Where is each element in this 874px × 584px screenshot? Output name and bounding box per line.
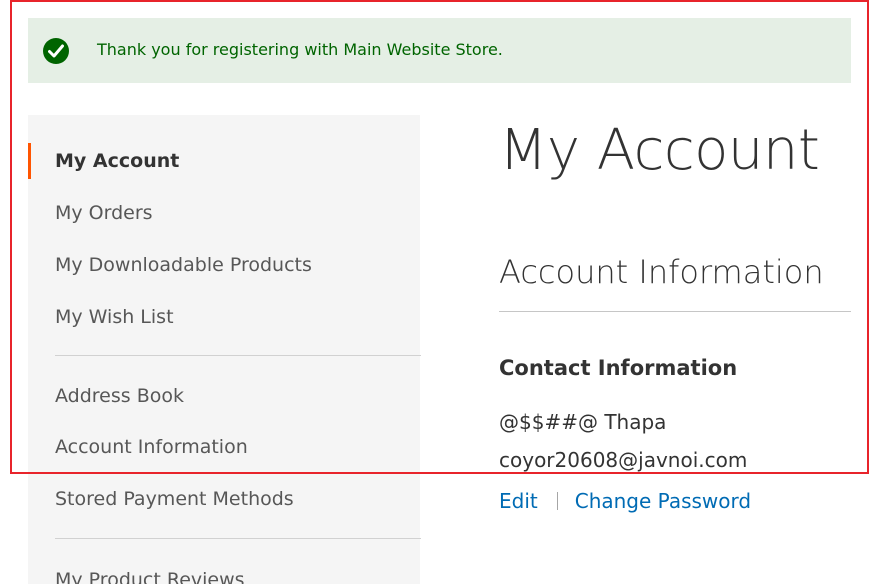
section-divider [499, 311, 851, 312]
contact-email: coyor20608@javnoi.com [499, 448, 748, 472]
sidebar-item-address-book[interactable]: Address Book [28, 378, 420, 414]
contact-actions: Edit Change Password [499, 487, 751, 515]
contact-name: @$$##@ Thapa [499, 410, 667, 434]
sidebar-item-my-orders[interactable]: My Orders [28, 195, 420, 231]
sidebar-item-account-information[interactable]: Account Information [28, 429, 420, 465]
action-separator [556, 492, 558, 510]
check-circle-icon [43, 38, 69, 64]
success-message-text: Thank you for registering with Main Webs… [97, 40, 503, 59]
section-title: Account Information [499, 253, 824, 291]
sidebar-item-product-reviews[interactable]: My Product Reviews [28, 562, 420, 584]
contact-info-title: Contact Information [499, 356, 738, 380]
account-sidebar-nav: My Account My Orders My Downloadable Pro… [28, 115, 421, 584]
sidebar-item-wish-list[interactable]: My Wish List [28, 299, 420, 335]
sidebar-divider [55, 538, 421, 539]
account-page: Thank you for registering with Main Webs… [0, 0, 874, 584]
success-message: Thank you for registering with Main Webs… [28, 18, 851, 83]
sidebar-item-downloadable-products[interactable]: My Downloadable Products [28, 247, 420, 283]
sidebar-item-my-account: My Account [28, 143, 420, 179]
edit-link[interactable]: Edit [499, 487, 538, 515]
change-password-link[interactable]: Change Password [575, 487, 751, 515]
page-title: My Account [499, 118, 820, 183]
sidebar-item-stored-payment-methods[interactable]: Stored Payment Methods [28, 481, 420, 517]
sidebar-divider [55, 355, 421, 356]
